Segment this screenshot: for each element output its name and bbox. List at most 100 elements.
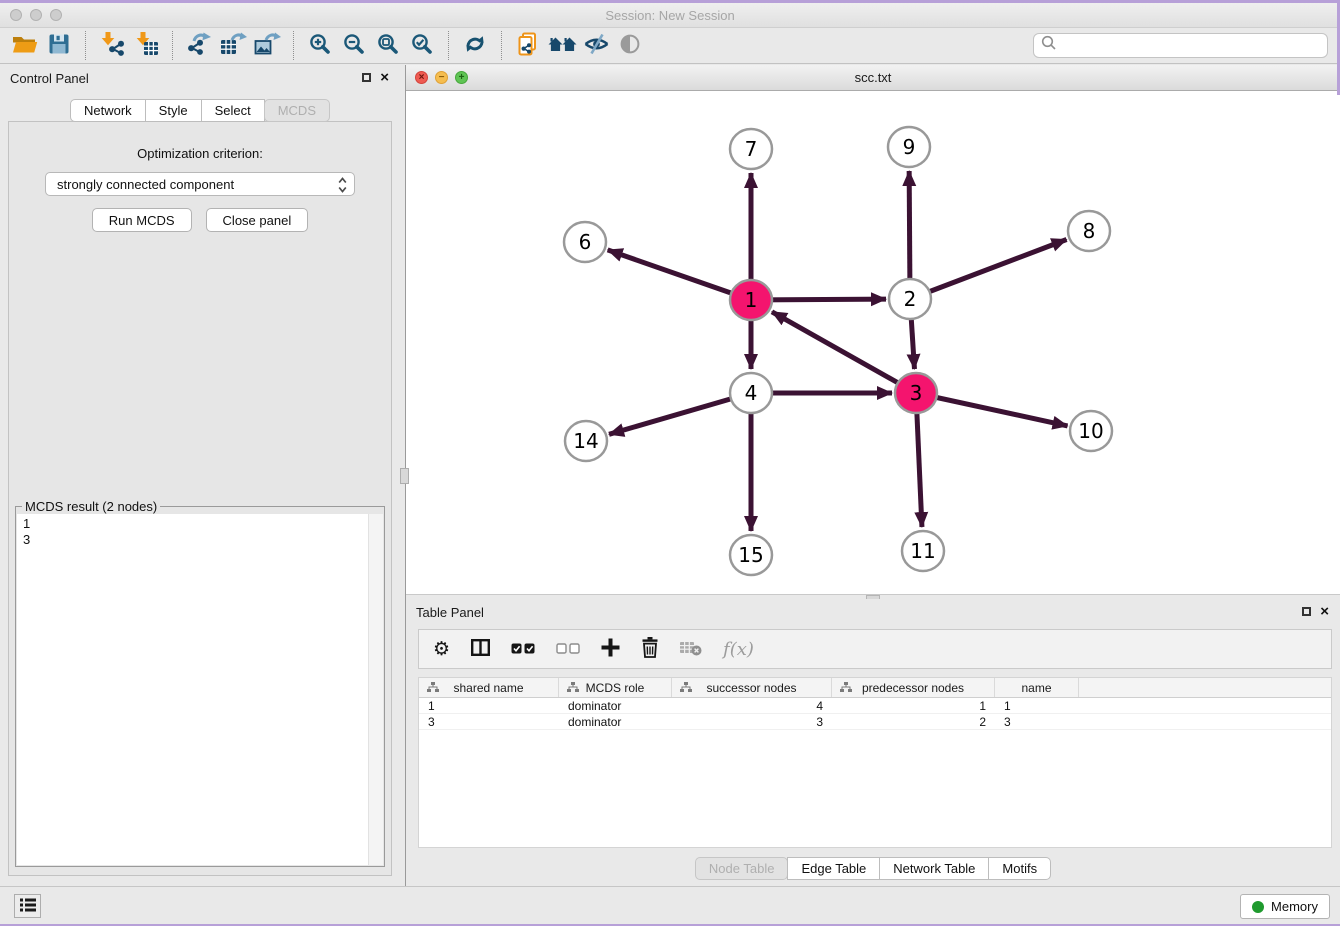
toolbar-separator (448, 31, 449, 60)
refresh-button[interactable] (458, 31, 492, 61)
graph-node-6[interactable]: 6 (564, 222, 606, 262)
column-header-shared-name[interactable]: shared name (419, 678, 559, 697)
cell[interactable]: 3 (672, 715, 832, 729)
column-header-name[interactable]: name (995, 678, 1079, 697)
graph-edge-3-1[interactable] (772, 312, 916, 393)
graph-node-2[interactable]: 2 (889, 279, 931, 319)
table-header-row: shared nameMCDS rolesuccessor nodesprede… (419, 678, 1331, 698)
tab-edge-table[interactable]: Edge Table (787, 857, 880, 880)
table-row[interactable]: 3dominator323 (419, 714, 1331, 730)
import-network-button[interactable] (95, 31, 129, 61)
zoom-window-button[interactable] (50, 9, 62, 21)
deselect-all-button[interactable] (556, 642, 580, 657)
close-window-button[interactable] (10, 9, 22, 21)
hierarchy-icon (680, 682, 692, 693)
minimize-window-button[interactable] (30, 9, 42, 21)
zoom-out-icon (343, 33, 365, 58)
network-graph[interactable]: 1 2 3 4 6 7 8 9 10 11 14 15 (406, 91, 1340, 594)
tab-network-table[interactable]: Network Table (879, 857, 989, 880)
cell[interactable]: 1 (995, 699, 1079, 713)
cell[interactable]: dominator (559, 699, 672, 713)
optimization-criterion-dropdown[interactable]: strongly connected component (45, 172, 355, 196)
delete-table-button[interactable] (680, 640, 702, 659)
toggle-visibility-button[interactable] (613, 31, 647, 61)
open-file-button[interactable] (8, 31, 42, 61)
network-close-button[interactable]: × (415, 71, 428, 84)
graph-edge-3-10[interactable] (916, 393, 1068, 426)
close-panel-button[interactable]: Close panel (206, 208, 309, 232)
add-column-button[interactable] (601, 638, 620, 660)
tab-network[interactable]: Network (70, 99, 146, 122)
select-all-button[interactable] (511, 642, 535, 657)
table-body: 1dominator4113dominator323 (419, 698, 1331, 730)
tab-mcds[interactable]: MCDS (264, 99, 330, 122)
export-image-button[interactable] (250, 31, 284, 61)
network-canvas[interactable]: 1 2 3 4 6 7 8 9 10 11 14 15 (406, 91, 1340, 594)
result-scrollbar[interactable] (368, 514, 383, 865)
mcds-result-area: 13 (17, 514, 383, 865)
hide-selected-button[interactable] (579, 31, 613, 61)
network-window-title: scc.txt (406, 65, 1340, 91)
close-panel-icon[interactable]: × (380, 72, 389, 83)
close-panel-icon[interactable]: × (1320, 606, 1329, 617)
graph-node-15[interactable]: 15 (730, 535, 772, 575)
float-panel-icon[interactable] (362, 73, 371, 82)
cell[interactable]: dominator (559, 715, 672, 729)
export-network-button[interactable] (182, 31, 216, 61)
save-session-button[interactable] (42, 31, 76, 61)
graph-node-8[interactable]: 8 (1068, 211, 1110, 251)
tab-style[interactable]: Style (145, 99, 202, 122)
zoom-in-icon (309, 33, 331, 58)
splitter-handle[interactable] (400, 468, 409, 484)
column-header-mcds-role[interactable]: MCDS role (559, 678, 672, 697)
show-columns-button[interactable] (471, 639, 490, 659)
network-minimize-button[interactable]: − (435, 71, 448, 84)
graph-node-3[interactable]: 3 (895, 373, 937, 413)
float-panel-icon[interactable] (1302, 607, 1311, 616)
run-mcds-button[interactable]: Run MCDS (92, 208, 192, 232)
table-settings-button[interactable]: ⚙ (433, 640, 450, 659)
tab-motifs[interactable]: Motifs (988, 857, 1051, 880)
column-header-predecessor-nodes[interactable]: predecessor nodes (832, 678, 995, 697)
search-input[interactable] (1062, 37, 1320, 54)
cell[interactable]: 1 (832, 699, 995, 713)
graph-node-1[interactable]: 1 (730, 280, 772, 320)
zoom-out-button[interactable] (337, 31, 371, 61)
function-builder-button[interactable]: f(x) (723, 639, 754, 660)
delete-column-button[interactable] (641, 637, 659, 661)
import-table-button[interactable] (129, 31, 163, 61)
mcds-result-box: MCDS result (2 nodes) 13 (15, 499, 385, 867)
cell[interactable]: 4 (672, 699, 832, 713)
graph-node-14[interactable]: 14 (565, 421, 607, 461)
cell[interactable]: 1 (419, 699, 559, 713)
graph-node-7[interactable]: 7 (730, 129, 772, 169)
export-image-icon (254, 32, 281, 59)
search-icon (1041, 35, 1057, 56)
export-table-button[interactable] (216, 31, 250, 61)
column-header-successor-nodes[interactable]: successor nodes (672, 678, 832, 697)
zoom-fit-button[interactable] (371, 31, 405, 61)
graph-node-4[interactable]: 4 (730, 373, 772, 413)
graph-edge-2-8[interactable] (910, 240, 1067, 299)
graph-edge-1-6[interactable] (608, 250, 751, 300)
network-maximize-button[interactable]: + (455, 71, 468, 84)
tab-select[interactable]: Select (201, 99, 265, 122)
table-row[interactable]: 1dominator411 (419, 698, 1331, 714)
clone-network-button[interactable] (511, 31, 545, 61)
first-neighbors-button[interactable] (545, 31, 579, 61)
tab-node-table[interactable]: Node Table (695, 857, 789, 880)
graph-node-10[interactable]: 10 (1070, 411, 1112, 451)
memory-button[interactable]: Memory (1240, 894, 1330, 919)
graph-node-label: 14 (573, 429, 598, 453)
cell[interactable]: 3 (995, 715, 1079, 729)
graph-node-11[interactable]: 11 (902, 531, 944, 571)
graph-node-9[interactable]: 9 (888, 127, 930, 167)
zoom-in-button[interactable] (303, 31, 337, 61)
task-history-button[interactable] (14, 894, 41, 918)
zoom-selected-button[interactable] (405, 31, 439, 61)
network-window: × − + scc.txt 1 2 3 4 6 7 8 9 10 11 14 15 (406, 65, 1340, 594)
cell[interactable]: 3 (419, 715, 559, 729)
cell[interactable]: 2 (832, 715, 995, 729)
export-table-icon (220, 32, 247, 59)
dropdown-stepper-icon (338, 177, 347, 198)
